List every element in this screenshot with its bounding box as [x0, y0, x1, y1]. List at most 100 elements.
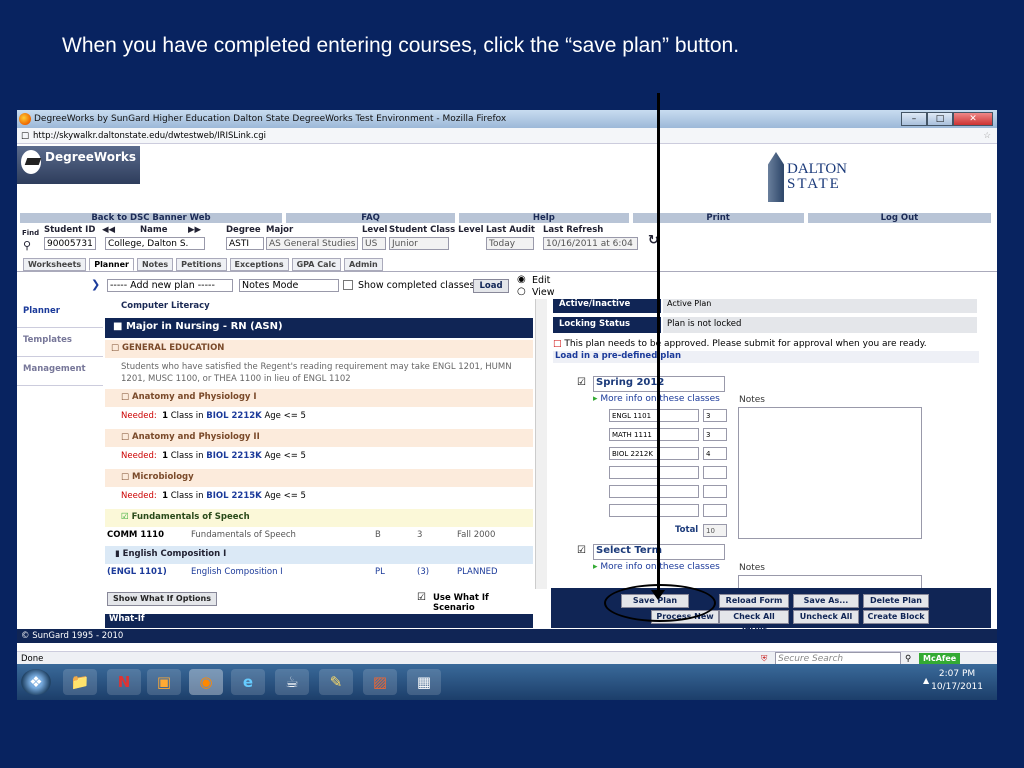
needed-label: Needed: [121, 491, 157, 501]
table-row: (ENGL 1101) English Composition I PL (3)… [105, 567, 533, 583]
side-nav-planner[interactable]: Planner [17, 299, 103, 328]
grad-cap-icon [21, 150, 42, 174]
course-link-biol2215k[interactable]: BIOL 2215K [206, 491, 262, 501]
nav-banner-web[interactable]: Back to DSC Banner Web [20, 213, 282, 223]
reload-form-button[interactable]: Reload Form [719, 594, 789, 608]
edit-radio[interactable]: ◉ [517, 274, 526, 285]
term1-checkbox[interactable]: ☑ [577, 377, 586, 388]
chevron-right-icon[interactable]: ❯ [91, 278, 100, 291]
term2-checkbox[interactable]: ☑ [577, 545, 586, 556]
course-input-4[interactable] [609, 466, 699, 479]
micro-needed: Needed: 1 Class in BIOL 2215K Age <= 5 [105, 491, 533, 501]
delete-plan-button[interactable]: Delete Plan [863, 594, 929, 608]
credits-input-2[interactable]: 3 [703, 428, 727, 441]
mode-select[interactable]: Notes Mode [239, 279, 339, 292]
course-input-1[interactable]: ENGL 1101 [609, 409, 699, 422]
record-next-icons[interactable]: ▶▶ [188, 225, 201, 235]
novell-icon[interactable]: N [107, 669, 141, 695]
tab-exceptions[interactable]: Exceptions [229, 258, 289, 271]
credits-input-6[interactable] [703, 504, 727, 517]
anatomy1-needed: Needed: 1 Class in BIOL 2212K Age <= 5 [105, 411, 533, 421]
find-label[interactable]: Find [22, 229, 39, 237]
credits-input-4[interactable] [703, 466, 727, 479]
needed-count: 1 [162, 491, 169, 501]
presentation-icon[interactable]: ▨ [363, 669, 397, 695]
system-clock[interactable]: 2:07 PM 10/17/2011 [931, 668, 983, 694]
course-code[interactable]: COMM 1110 [107, 530, 164, 540]
maximize-button[interactable]: □ [927, 112, 953, 126]
student-id-field[interactable]: 90005731 [44, 237, 96, 250]
course-credits: (3) [417, 567, 430, 577]
find-icon[interactable]: ⚲ [23, 239, 31, 252]
firefox-taskbar-icon[interactable]: ◉ [189, 669, 223, 695]
url-text[interactable]: http://skywalkr.daltonstate.edu/dwtestwe… [33, 131, 266, 141]
credits-input-1[interactable]: 3 [703, 409, 727, 422]
nav-help[interactable]: Help [459, 213, 629, 223]
credits-input-3[interactable]: 4 [703, 447, 727, 460]
course-link-biol2213k[interactable]: BIOL 2213K [206, 451, 262, 461]
audit-scrollbar[interactable] [535, 299, 547, 589]
class-in-label: Class in [170, 491, 204, 501]
needed-count: 1 [162, 451, 169, 461]
clock-date: 10/17/2011 [931, 682, 983, 692]
show-what-if-button[interactable]: Show What If Options [107, 592, 217, 606]
tray-up-icon[interactable]: ▲ [923, 676, 929, 685]
check-all-button[interactable]: Check All Terms [719, 610, 789, 633]
logo-text: DegreeWorks [45, 150, 136, 164]
minimize-button[interactable]: – [901, 112, 927, 126]
course-input-2[interactable]: MATH 1111 [609, 428, 699, 441]
course-title: Fundamentals of Speech [191, 530, 296, 540]
tab-petitions[interactable]: Petitions [176, 258, 227, 271]
nav-logout[interactable]: Log Out [807, 213, 992, 223]
start-button[interactable]: ❖ [21, 669, 51, 695]
credits-input-5[interactable] [703, 485, 727, 498]
explorer-icon[interactable]: 📁 [63, 669, 97, 695]
java-icon[interactable]: ☕ [275, 669, 309, 695]
dalton-state-logo: DALTON STATE [767, 152, 847, 202]
approval-text: This plan needs to be approved. Please s… [564, 339, 927, 349]
student-name-select[interactable]: College, Dalton S. [105, 237, 205, 250]
gen-ed-title: GENERAL EDUCATION [122, 343, 225, 353]
save-as-button[interactable]: Save As... [793, 594, 859, 608]
degree-select[interactable]: ASTI [226, 237, 264, 250]
predefined-plan-link[interactable]: Load in a pre-defined plan [553, 351, 979, 363]
bookmark-star-icon[interactable]: ☆ [983, 131, 991, 141]
course-code[interactable]: (ENGL 1101) [107, 567, 167, 577]
ie-icon[interactable]: e [231, 669, 265, 695]
show-completed-checkbox[interactable] [343, 280, 353, 290]
tab-gpa-calc[interactable]: GPA Calc [291, 258, 342, 271]
course-link-biol2212k[interactable]: BIOL 2212K [206, 411, 262, 421]
load-button[interactable]: Load [473, 279, 509, 293]
outlook-icon[interactable]: ▣ [147, 669, 181, 695]
notes-textarea-2[interactable] [738, 575, 922, 588]
create-block-button[interactable]: Create Block [863, 610, 929, 624]
calculator-icon[interactable]: ▦ [407, 669, 441, 695]
course-credits: 3 [417, 530, 423, 540]
uncheck-all-button[interactable]: Uncheck All [793, 610, 859, 624]
course-input-3[interactable]: BIOL 2212K [609, 447, 699, 460]
more-info-text: More info on these classes [600, 562, 720, 572]
tab-admin[interactable]: Admin [344, 258, 383, 271]
windows-taskbar: ❖ 📁 N ▣ ◉ e ☕ ✎ ▨ ▦ ▲ 2:07 PM 10/17/2011 [17, 664, 997, 700]
clock-tower-icon [767, 152, 784, 202]
close-button[interactable]: ✕ [953, 112, 993, 126]
notes-app-icon[interactable]: ✎ [319, 669, 353, 695]
warning-box-icon: □ [553, 339, 562, 349]
school-name-2: STATE [786, 176, 841, 192]
plan-select[interactable]: ----- Add new plan ----- [107, 279, 233, 292]
side-nav-templates[interactable]: Templates [17, 328, 103, 357]
address-bar[interactable]: □ http://skywalkr.daltonstate.edu/dwtest… [17, 128, 997, 144]
side-nav-management[interactable]: Management [17, 357, 103, 386]
tab-notes[interactable]: Notes [136, 258, 174, 271]
view-radio[interactable]: ○ [517, 286, 526, 297]
tab-planner[interactable]: Planner [89, 258, 134, 271]
tab-worksheets[interactable]: Worksheets [23, 258, 87, 271]
checkmark-icon: ☑ [121, 512, 129, 522]
course-input-5[interactable] [609, 485, 699, 498]
what-if-checkbox[interactable]: ☑ [417, 592, 426, 603]
record-nav-icons[interactable]: ◀◀ [102, 225, 115, 235]
notes-textarea-1[interactable] [738, 407, 922, 539]
nav-faq[interactable]: FAQ [285, 213, 456, 223]
degreeworks-logo: DegreeWorks [17, 146, 140, 184]
course-input-6[interactable] [609, 504, 699, 517]
